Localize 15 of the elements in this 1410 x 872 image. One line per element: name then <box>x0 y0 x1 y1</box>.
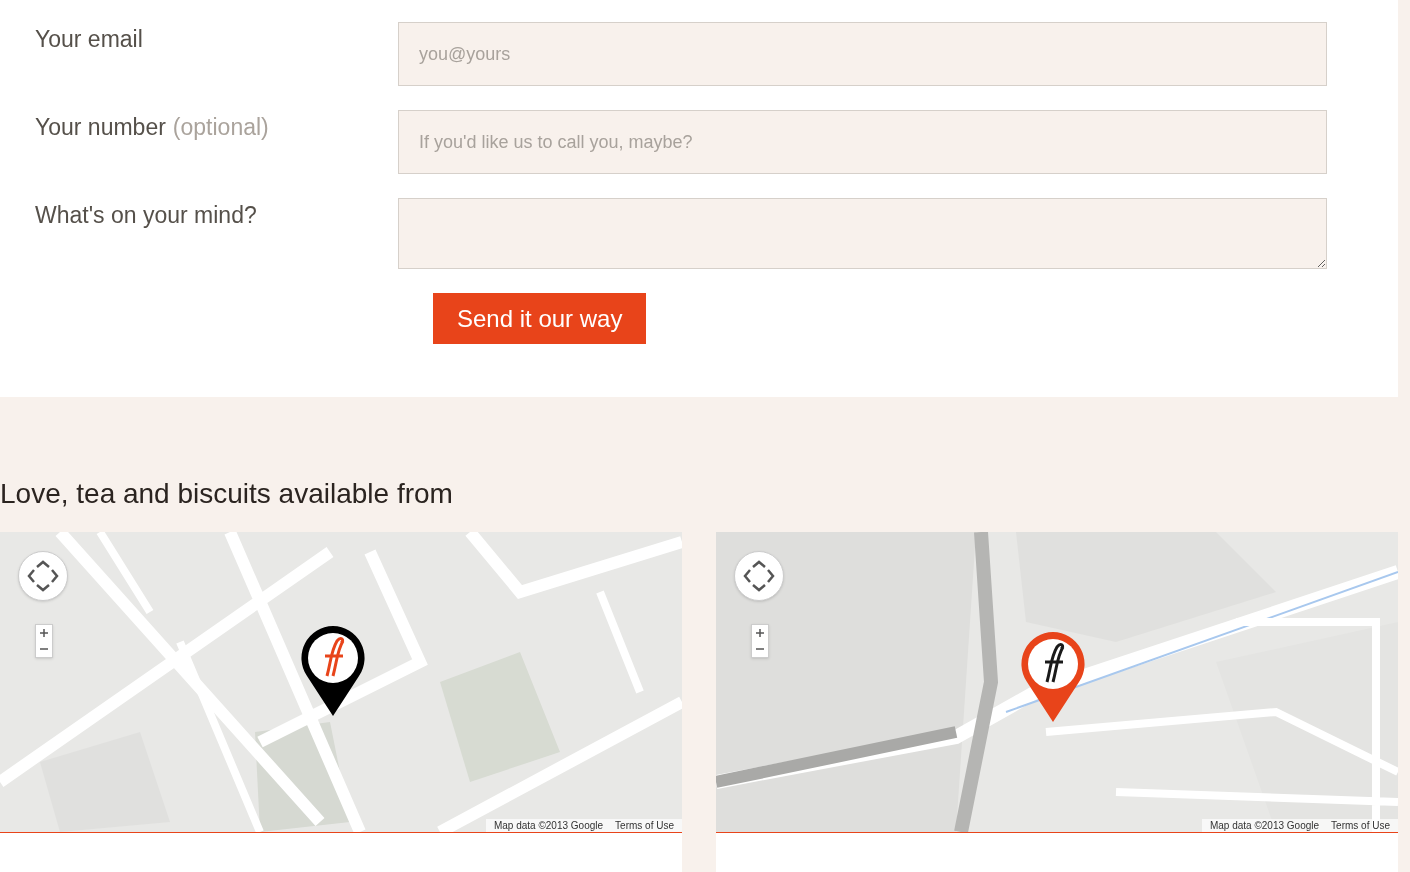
map-attribution: Map data ©2013 Google <box>1209 819 1320 832</box>
input-field[interactable]: If you'd like us to call you, maybe? <box>398 110 1327 174</box>
field-label: Your number <box>35 113 166 142</box>
map-attribution: Map data ©2013 Google <box>493 819 604 832</box>
terms-link[interactable]: Terms of Use <box>615 819 674 832</box>
map-pin-icon[interactable] <box>1021 632 1085 722</box>
terms-link[interactable]: Terms of Use <box>1331 819 1390 832</box>
map-pin-icon[interactable] <box>301 626 365 716</box>
optional-hint: (optional) <box>172 113 269 142</box>
input-field[interactable]: you@yours <box>398 22 1327 86</box>
field-label: What's on your mind? <box>35 201 257 230</box>
send-button[interactable]: Send it our way <box>433 293 647 344</box>
message-field[interactable] <box>398 198 1327 269</box>
field-label: Your email <box>35 25 143 54</box>
section-heading: Love, tea and biscuits available from <box>0 477 454 511</box>
